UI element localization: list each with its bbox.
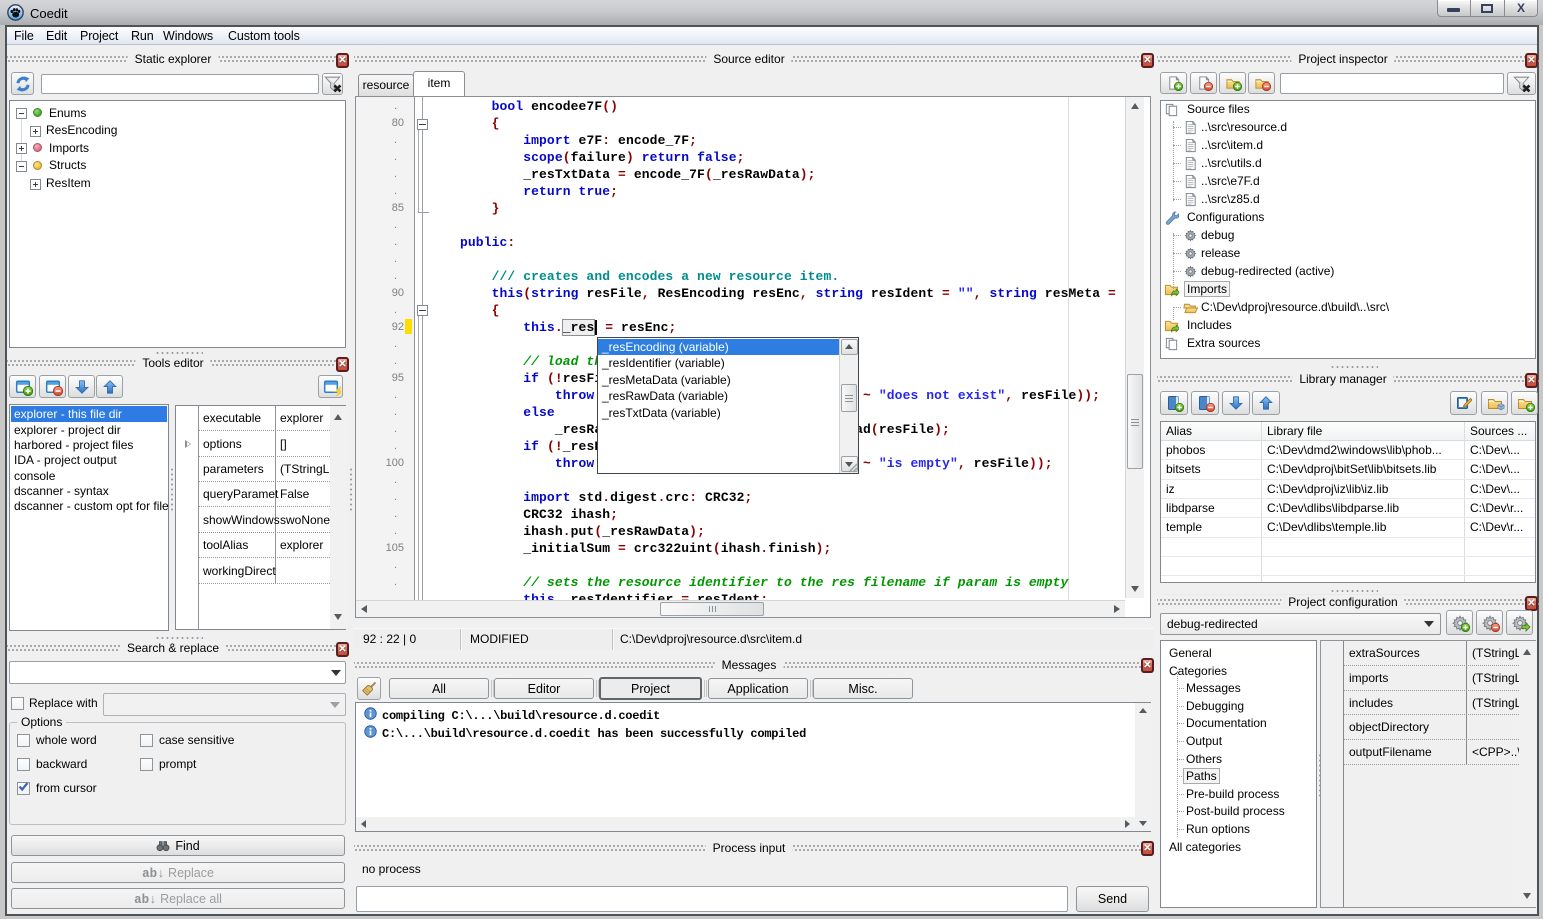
svg-text:⚡: ⚡ bbox=[332, 386, 341, 396]
